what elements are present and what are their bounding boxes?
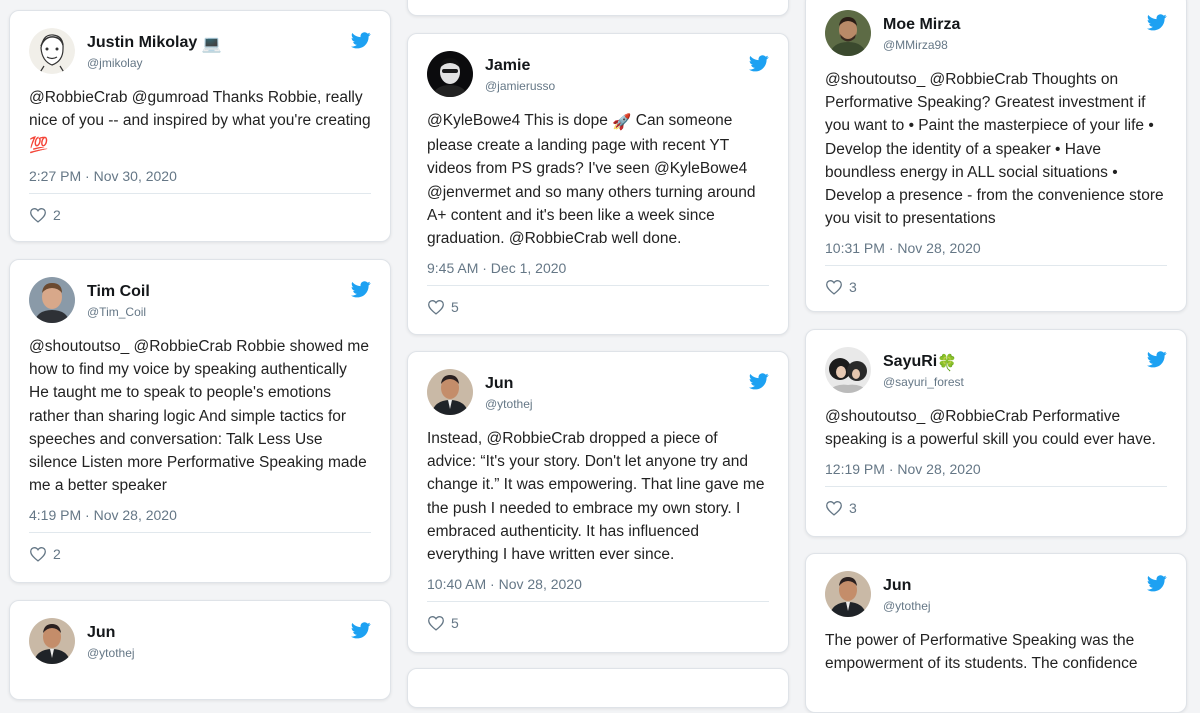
tweet-text: @shoutoutso_ @RobbieCrab Robbie showed m… <box>29 338 369 495</box>
tweet-timestamp[interactable]: 12:19 PM · Nov 28, 2020 <box>825 458 1167 480</box>
author-handle[interactable]: @ytothej <box>87 646 135 660</box>
heart-outline-icon <box>428 616 444 631</box>
author-handle[interactable]: @Tim_Coil <box>87 305 146 319</box>
tweet-card[interactable]: Justin Mikolay 💻 @jmikolay @RobbieCrab @… <box>9 10 391 242</box>
author-name[interactable]: Jun <box>485 375 513 393</box>
tweet-text: @RobbieCrab @gumroad Thanks Robbie, real… <box>29 86 371 158</box>
heart-outline-icon <box>428 300 444 315</box>
twitter-bird-icon[interactable] <box>351 32 371 49</box>
author-name[interactable]: SayuRi🍀 <box>883 353 957 373</box>
author-name[interactable]: Moe Mirza <box>883 16 960 34</box>
tweet-card[interactable]: Jamie @jamierusso @KyleBowe4 This is dop… <box>407 33 789 335</box>
laptop-emoji: 💻 <box>201 36 222 53</box>
like-count: 3 <box>849 279 857 296</box>
twitter-bird-icon[interactable] <box>351 281 371 298</box>
twitter-bird-icon[interactable] <box>1147 351 1167 368</box>
tweet-card-partial[interactable] <box>407 668 789 708</box>
tweet-text: @shoutoutso_ @RobbieCrab Performative sp… <box>825 408 1156 449</box>
author-handle[interactable]: @ytothej <box>883 599 931 613</box>
heart-outline-icon <box>30 207 46 223</box>
hundred-points-emoji: 💯 <box>29 137 49 155</box>
heart-outline-icon <box>826 501 842 517</box>
tweet-timestamp[interactable]: 2:27 PM · Nov 30, 2020 <box>29 165 371 187</box>
tweet-text: The power of Performative Speaking was t… <box>825 632 1138 673</box>
author-name[interactable]: Tim Coil <box>87 283 150 301</box>
avatar[interactable] <box>427 51 473 97</box>
like-count: 3 <box>849 500 857 517</box>
author-name[interactable]: Justin Mikolay 💻 <box>87 34 222 54</box>
tweet-card[interactable]: SayuRi🍀 @sayuri_forest @shoutoutso_ @Rob… <box>805 329 1187 537</box>
tweet-timestamp[interactable]: 9:45 AM · Dec 1, 2020 <box>427 257 769 279</box>
twitter-bird-icon[interactable] <box>351 622 371 639</box>
four-leaf-clover-emoji: 🍀 <box>937 355 958 372</box>
author-handle[interactable]: @sayuri_forest <box>883 375 964 389</box>
like-count: 5 <box>451 299 459 316</box>
like-button[interactable]: 3 <box>825 487 1167 529</box>
tweet-card[interactable]: Moe Mirza @MMirza98 @shoutoutso_ @Robbie… <box>805 0 1187 312</box>
tweet-text: Instead, @RobbieCrab dropped a piece of … <box>427 430 765 564</box>
avatar[interactable] <box>29 28 75 74</box>
twitter-bird-icon[interactable] <box>749 373 769 390</box>
rocket-emoji: 🚀 <box>612 114 632 131</box>
tweet-card[interactable]: Jun @ytothej Instead, @RobbieCrab droppe… <box>407 351 789 653</box>
avatar[interactable] <box>29 618 75 664</box>
tweet-text: @shoutoutso_ @RobbieCrab Thoughts on Per… <box>825 71 1164 228</box>
tweet-timestamp[interactable]: 10:31 PM · Nov 28, 2020 <box>825 237 1167 259</box>
author-name[interactable]: Jamie <box>485 57 530 75</box>
tweet-timestamp[interactable]: 4:19 PM · Nov 28, 2020 <box>29 504 371 526</box>
like-button[interactable]: 5 <box>427 602 769 644</box>
tweet-card-partial[interactable] <box>407 0 789 16</box>
like-button[interactable]: 5 <box>427 286 769 328</box>
like-count: 2 <box>53 546 61 563</box>
avatar[interactable] <box>29 277 75 323</box>
heart-outline-icon <box>30 547 46 563</box>
like-button[interactable]: 2 <box>29 533 371 575</box>
heart-outline-icon <box>826 280 842 296</box>
author-name[interactable]: Jun <box>883 577 911 595</box>
like-button[interactable]: 2 <box>29 194 371 236</box>
twitter-bird-icon[interactable] <box>1147 14 1167 31</box>
author-handle[interactable]: @jmikolay <box>87 56 143 70</box>
avatar[interactable] <box>825 10 871 56</box>
author-handle[interactable]: @ytothej <box>485 397 533 411</box>
tweet-timestamp[interactable]: 10:40 AM · Nov 28, 2020 <box>427 573 769 595</box>
tweet-card[interactable]: Jun @ytothej <box>9 600 391 700</box>
avatar[interactable] <box>825 347 871 393</box>
avatar[interactable] <box>427 369 473 415</box>
tweet-card[interactable]: Jun @ytothej The power of Performative S… <box>805 553 1187 713</box>
like-count: 5 <box>451 615 459 632</box>
author-handle[interactable]: @jamierusso <box>485 79 555 93</box>
author-handle[interactable]: @MMirza98 <box>883 38 948 52</box>
tweet-text: @KyleBowe4 This is dope 🚀 Can someone pl… <box>427 112 756 248</box>
like-count: 2 <box>53 206 61 223</box>
avatar[interactable] <box>825 571 871 617</box>
author-name[interactable]: Jun <box>87 624 115 642</box>
tweet-card[interactable]: Tim Coil @Tim_Coil @shoutoutso_ @RobbieC… <box>9 259 391 583</box>
twitter-bird-icon[interactable] <box>749 55 769 72</box>
twitter-bird-icon[interactable] <box>1147 575 1167 592</box>
like-button[interactable]: 3 <box>825 266 1167 308</box>
